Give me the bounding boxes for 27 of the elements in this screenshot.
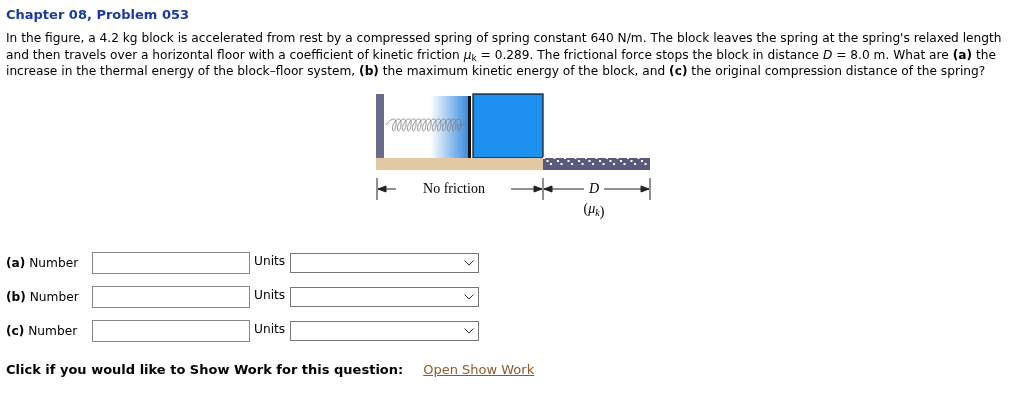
answer-label: (a) Number	[6, 254, 80, 272]
figure-label: D	[588, 180, 600, 196]
number-field[interactable]	[92, 251, 250, 274]
units-dropdown[interactable]	[290, 252, 479, 273]
answer-label: (b) Number	[6, 288, 80, 306]
extension-line	[376, 177, 378, 201]
dimension-arrow	[603, 185, 650, 193]
problem-title: Chapter 08, Problem 053	[6, 6, 191, 24]
units-dropdown[interactable]	[290, 320, 479, 341]
extension-line	[649, 177, 651, 201]
problem-text: In the figure, a 4.2 kg block is accelerated from rest by a compressed spring of spring constant 640 N/m. The block leaves the spring at the spring's relaxed length and then travels over a horizontal floor with a coefficient of kinetic friction μ$_{k}$ = 0.289. The frictional force stops the block in distance D = 8.0 m. What are (a) the increase in the thermal energy of the block–floor system, (b) the maximum kinetic energy of the block, and (c) the original compression distance of the spring?	[6, 30, 1003, 80]
extension-line	[542, 177, 544, 201]
dropdown-caret-icon	[464, 259, 474, 266]
units-dropdown[interactable]	[290, 286, 479, 307]
units-label: Units	[253, 252, 287, 270]
show-work-prompt: Click if you would like to Show Work for this question:	[6, 360, 404, 379]
figure-label: (μ$_{k}$)	[583, 200, 605, 219]
units-label: Units	[253, 286, 287, 304]
answer-label: (c) Number	[6, 322, 79, 340]
dimension-arrow	[377, 185, 397, 193]
dropdown-caret-icon	[464, 327, 474, 334]
figure-label: No friction	[423, 180, 485, 196]
number-field[interactable]	[92, 319, 250, 342]
number-field[interactable]	[92, 285, 250, 308]
units-label: Units	[253, 320, 287, 338]
dropdown-caret-icon	[464, 293, 474, 300]
open-show-work-link[interactable]: Open Show Work	[423, 359, 535, 380]
